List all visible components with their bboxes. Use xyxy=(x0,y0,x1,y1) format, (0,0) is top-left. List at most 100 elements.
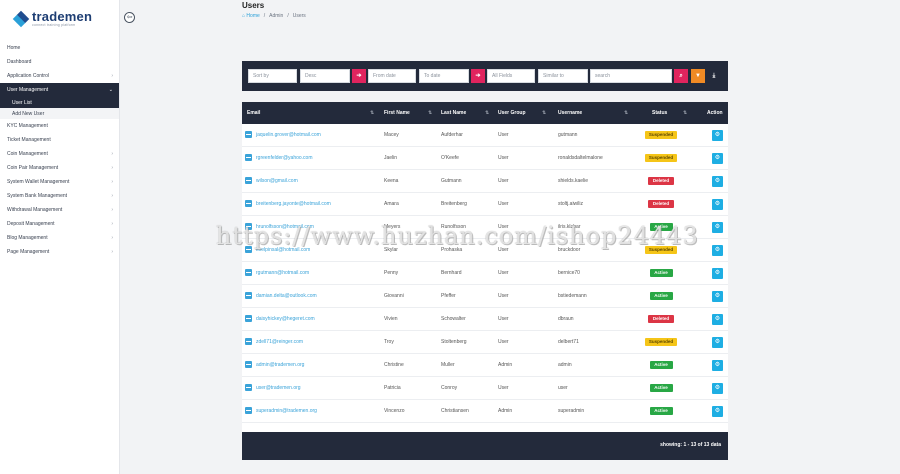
cell-email[interactable]: zdell71@reinger.com xyxy=(256,331,303,354)
brand-logo[interactable]: trademen connect training platform xyxy=(0,0,119,38)
sidebar-item-label: Page Management xyxy=(7,249,50,255)
cell-email[interactable]: superadmin@trademen.org xyxy=(256,400,317,423)
row-select-checkbox[interactable] xyxy=(245,269,252,276)
row-select-checkbox[interactable] xyxy=(245,292,252,299)
gear-icon[interactable]: ⚙ xyxy=(712,406,723,417)
sidebar-item-blog-management[interactable]: Blog Management › xyxy=(0,231,119,245)
sidebar-item-withdrawal-management[interactable]: Withdrawal Management › xyxy=(0,203,119,217)
table-row[interactable]: admin@trademen.org Christine Muller Admin ad… xyxy=(242,354,728,377)
filter-bar: Sort by Desc ➔ From date To date ➔ All F… xyxy=(242,61,728,91)
sidebar-item-application-control[interactable]: Application Control › xyxy=(0,69,119,83)
operator-select[interactable]: Similar to xyxy=(538,69,588,83)
col-first-name[interactable]: First Name xyxy=(384,102,410,124)
sidebar-item-kyc-management[interactable]: KYC Management xyxy=(0,119,119,133)
cell-email[interactable]: daisyhickey@hegeret.com xyxy=(256,308,315,331)
gear-icon[interactable]: ⚙ xyxy=(712,383,723,394)
table-row[interactable]: wilson@gmail.com Keena Gutmann User shields.… xyxy=(242,170,728,193)
sidebar-item-coin-pair-management[interactable]: Coin Pair Management › xyxy=(0,161,119,175)
gear-icon[interactable]: ⚙ xyxy=(712,360,723,371)
download-icon[interactable]: ⤓ xyxy=(707,69,721,83)
arrow-right-icon[interactable]: ➔ xyxy=(352,69,366,83)
sort-icon[interactable]: ⇅ xyxy=(624,102,628,124)
row-select-checkbox[interactable] xyxy=(245,200,252,207)
sidebar-item-deposit-management[interactable]: Deposit Management › xyxy=(0,217,119,231)
sidebar-subitem-add-new-user[interactable]: Add New User xyxy=(0,108,119,119)
cell-username: bstiedemann xyxy=(558,293,587,299)
col-user-group[interactable]: User Group xyxy=(498,102,526,124)
filter-icon[interactable]: ▼ xyxy=(691,69,705,83)
gear-icon[interactable]: ⚙ xyxy=(712,245,723,256)
search-input[interactable]: search xyxy=(590,69,672,83)
cell-email[interactable]: breitenberg.jayonte@hotmail.com xyxy=(256,193,331,216)
to-date-input[interactable]: To date xyxy=(419,69,469,83)
sidebar-item-home[interactable]: Home xyxy=(0,41,119,55)
sidebar-item-page-management[interactable]: Page Management › xyxy=(0,245,119,259)
gear-icon[interactable]: ⚙ xyxy=(712,222,723,233)
table-row[interactable]: zdell71@reinger.com Troy Stoltenberg User de… xyxy=(242,331,728,354)
cell-email[interactable]: rgreenfelder@yahoo.com xyxy=(256,147,313,170)
sidebar-item-system-wallet-management[interactable]: System Wallet Management › xyxy=(0,175,119,189)
cell-email[interactable]: wilson@gmail.com xyxy=(256,170,298,193)
cell-first-name: Amara xyxy=(384,201,399,207)
sort-icon[interactable]: ⇅ xyxy=(485,102,489,124)
gear-icon[interactable]: ⚙ xyxy=(712,291,723,302)
row-select-checkbox[interactable] xyxy=(245,154,252,161)
sidebar-item-system-bank-management[interactable]: System Bank Management › xyxy=(0,189,119,203)
gear-icon[interactable]: ⚙ xyxy=(712,199,723,210)
cell-email[interactable]: jaquelin.grover@hotmail.com xyxy=(256,124,321,147)
cell-email[interactable]: admin@trademen.org xyxy=(256,354,304,377)
cell-email[interactable]: damian.delta@outlook.com xyxy=(256,285,317,308)
gear-icon[interactable]: ⚙ xyxy=(712,153,723,164)
table-row[interactable]: superadmin@trademen.org Vincenzo Christian… xyxy=(242,400,728,423)
breadcrumb-home[interactable]: ⌂ Home xyxy=(242,13,260,19)
table-row[interactable]: jaquelin.grover@hotmail.com Macey Aufderha… xyxy=(242,124,728,147)
col-status[interactable]: Status xyxy=(652,102,667,124)
cell-email[interactable]: user@trademen.org xyxy=(256,377,301,400)
sidebar-item-label: Withdrawal Management xyxy=(7,207,63,213)
breadcrumb-admin[interactable]: Admin xyxy=(269,13,283,19)
row-select-checkbox[interactable] xyxy=(245,177,252,184)
cell-user-group: Admin xyxy=(498,362,513,368)
col-username[interactable]: Username xyxy=(558,102,582,124)
cell-email[interactable]: rgutmann@hotmail.com xyxy=(256,262,309,285)
sidebar-item-user-management[interactable]: User Management ⌄ xyxy=(0,83,119,97)
sidebar-item-coin-management[interactable]: Coin Management › xyxy=(0,147,119,161)
row-select-checkbox[interactable] xyxy=(245,131,252,138)
gear-icon[interactable]: ⚙ xyxy=(712,337,723,348)
sort-icon[interactable]: ⇅ xyxy=(370,102,374,124)
table-row[interactable]: user@trademen.org Patricia Conroy User user A… xyxy=(242,377,728,400)
arrow-right-icon[interactable]: ➔ xyxy=(471,69,485,83)
sort-icon[interactable]: ⇅ xyxy=(683,102,687,124)
cell-first-name: Troy xyxy=(384,339,394,345)
search-icon[interactable]: ⌕ xyxy=(674,69,688,83)
sort-by-select[interactable]: Sort by xyxy=(248,69,297,83)
sidebar-subitem-user-list[interactable]: User List xyxy=(0,97,119,108)
gear-icon[interactable]: ⚙ xyxy=(712,314,723,325)
order-select[interactable]: Desc xyxy=(300,69,350,83)
table-row[interactable]: daisyhickey@hegeret.com Vivien Schowalter U… xyxy=(242,308,728,331)
row-select-checkbox[interactable] xyxy=(245,407,252,414)
table-row[interactable]: breitenberg.jayonte@hotmail.com Amara Brei… xyxy=(242,193,728,216)
sort-icon[interactable]: ⇅ xyxy=(542,102,546,124)
from-date-input[interactable]: From date xyxy=(368,69,416,83)
table-row[interactable]: rgreenfelder@yahoo.com Jaelin O'Keefe User r… xyxy=(242,147,728,170)
gear-icon[interactable]: ⚙ xyxy=(712,130,723,141)
row-select-checkbox[interactable] xyxy=(245,315,252,322)
row-select-checkbox[interactable] xyxy=(245,361,252,368)
sidebar-item-dashboard[interactable]: Dashboard xyxy=(0,55,119,69)
logo-icon xyxy=(12,10,30,28)
cell-username: user xyxy=(558,385,568,391)
row-select-checkbox[interactable] xyxy=(245,384,252,391)
field-select[interactable]: All Fields xyxy=(487,69,535,83)
col-email[interactable]: Email xyxy=(247,102,260,124)
row-select-checkbox[interactable] xyxy=(245,338,252,345)
collapse-sidebar-button[interactable]: ⇦ xyxy=(124,12,135,23)
sidebar-item-ticket-management[interactable]: Ticket Management xyxy=(0,133,119,147)
cell-last-name: O'Keefe xyxy=(441,155,459,161)
sort-icon[interactable]: ⇅ xyxy=(428,102,432,124)
gear-icon[interactable]: ⚙ xyxy=(712,268,723,279)
table-row[interactable]: damian.delta@outlook.com Giovanni Pfeffer U… xyxy=(242,285,728,308)
col-last-name[interactable]: Last Name xyxy=(441,102,466,124)
table-row[interactable]: rgutmann@hotmail.com Penny Bernhard User ber… xyxy=(242,262,728,285)
gear-icon[interactable]: ⚙ xyxy=(712,176,723,187)
